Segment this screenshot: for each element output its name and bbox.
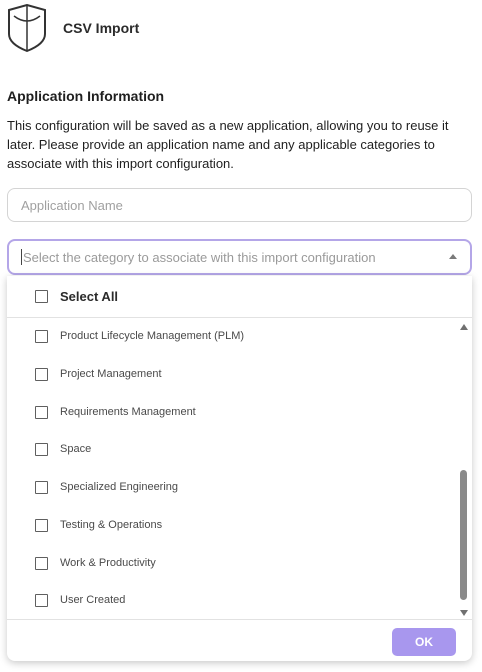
category-option-checkbox[interactable] bbox=[35, 405, 48, 419]
category-option-checkbox[interactable] bbox=[35, 518, 48, 532]
category-select[interactable]: Select the category to associate with th… bbox=[7, 239, 472, 275]
category-option-checkbox[interactable] bbox=[35, 329, 48, 343]
category-option-label: Space bbox=[60, 443, 92, 455]
select-all-option[interactable]: Select All bbox=[7, 276, 472, 318]
application-name-input[interactable] bbox=[7, 188, 472, 222]
category-option[interactable]: Specialized Engineering bbox=[7, 474, 457, 500]
category-option-checkbox[interactable] bbox=[35, 367, 48, 381]
category-option-label: Project Management bbox=[60, 368, 162, 380]
category-option[interactable]: Space bbox=[7, 436, 457, 462]
section-description: This configuration will be saved as a ne… bbox=[7, 118, 449, 171]
scrollbar-thumb[interactable] bbox=[460, 470, 467, 600]
category-option-label: User Created bbox=[60, 594, 126, 606]
category-option[interactable]: Work & Productivity bbox=[7, 550, 457, 576]
dropdown-footer: OK bbox=[7, 619, 472, 661]
category-option-label: Specialized Engineering bbox=[60, 481, 179, 493]
category-option-label: Testing & Operations bbox=[60, 519, 163, 531]
category-option-label: Work & Productivity bbox=[60, 557, 156, 569]
scroll-down-arrow-icon[interactable] bbox=[460, 610, 468, 616]
select-all-checkbox[interactable] bbox=[35, 290, 48, 303]
category-option[interactable]: Requirements Management bbox=[7, 399, 457, 425]
category-option[interactable]: Product Lifecycle Management (PLM) bbox=[7, 323, 457, 349]
section-title: Application Information bbox=[7, 88, 165, 104]
category-option-checkbox[interactable] bbox=[35, 480, 48, 494]
category-option[interactable]: Testing & Operations bbox=[7, 512, 457, 538]
chevron-up-icon[interactable] bbox=[449, 254, 457, 259]
scroll-up-arrow-icon[interactable] bbox=[460, 324, 468, 330]
category-option-label: Product Lifecycle Management (PLM) bbox=[60, 330, 245, 342]
category-option[interactable]: User Created bbox=[7, 587, 457, 613]
category-option-checkbox[interactable] bbox=[35, 593, 48, 607]
category-dropdown-panel: Select All Product Lifecycle Management … bbox=[7, 276, 472, 661]
options-scrollbar[interactable] bbox=[458, 322, 470, 618]
category-option-checkbox[interactable] bbox=[35, 556, 48, 570]
category-option-label: Requirements Management bbox=[60, 406, 196, 418]
ok-button[interactable]: OK bbox=[392, 628, 456, 656]
category-select-placeholder: Select the category to associate with th… bbox=[23, 249, 376, 265]
text-cursor bbox=[21, 249, 22, 265]
category-option[interactable]: Project Management bbox=[7, 361, 457, 387]
app-header: CSV Import bbox=[6, 4, 139, 52]
app-title: CSV Import bbox=[63, 20, 140, 36]
category-option-checkbox[interactable] bbox=[35, 442, 48, 456]
select-all-label: Select All bbox=[60, 289, 119, 304]
category-options-list: Product Lifecycle Management (PLM) Proje… bbox=[7, 318, 457, 620]
app-logo-icon bbox=[8, 4, 46, 52]
